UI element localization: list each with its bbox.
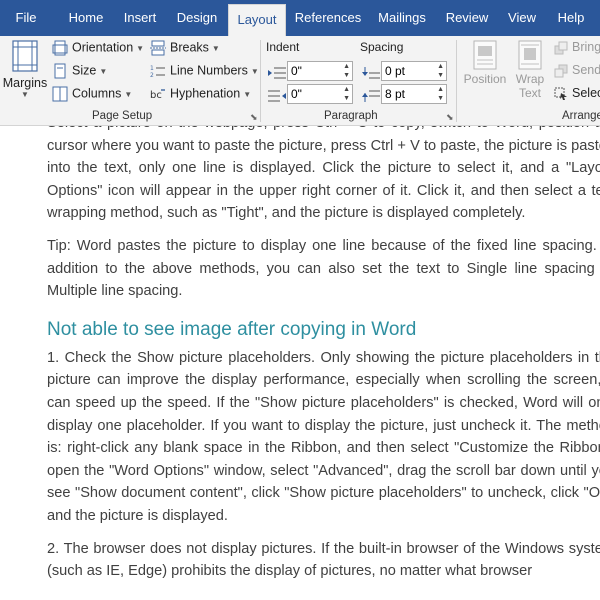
spinner-arrows-icon[interactable]: ▲ ▼ (437, 62, 444, 80)
page-setup-group-label: Page Setup (92, 110, 153, 122)
select-label: Selec (572, 86, 600, 100)
paragraph-group-label: Paragraph (324, 110, 378, 122)
send-backward-icon (554, 64, 568, 78)
body-paragraph: 2. The browser does not display pictures… (47, 540, 600, 580)
bring-forward-icon (554, 41, 568, 55)
wrap-text-label: Wrap Text (515, 72, 545, 100)
line-numbers-label: Line Numbers (170, 63, 248, 78)
breaks-label: Breaks (170, 40, 209, 55)
spacing-before-input[interactable]: 0 pt ▲ ▼ (381, 61, 447, 81)
group-divider (260, 40, 261, 122)
line-numbers-button[interactable]: 1 2 Line Numbers ▼ (150, 63, 259, 79)
hyphenation-button[interactable]: bc Hyphenation ▼ (150, 86, 251, 102)
breaks-icon (150, 40, 166, 56)
indent-left-icon (268, 67, 286, 79)
size-button[interactable]: Size ▼ (52, 63, 107, 79)
position-label: Position (463, 72, 507, 86)
spinner-arrows-icon[interactable]: ▲ ▼ (343, 85, 350, 103)
breaks-button[interactable]: Breaks ▼ (150, 40, 220, 56)
body-paragraph: Select a picture on the webpage, press C… (47, 126, 600, 222)
tab-references[interactable]: References (292, 0, 364, 36)
selection-pane-button[interactable]: Selec (554, 86, 600, 101)
spacing-after-icon (362, 90, 380, 102)
send-label: Send (572, 63, 600, 77)
margins-button[interactable]: Margins ▼ (2, 40, 48, 106)
chevron-down-icon: ▼ (250, 66, 259, 76)
chevron-down-icon: ▼ (243, 89, 252, 99)
indent-label: Indent (266, 40, 300, 54)
tab-layout[interactable]: Layout (228, 4, 286, 36)
spacing-after-input[interactable]: 8 pt ▲ ▼ (381, 84, 447, 104)
spinner-arrows-icon[interactable]: ▲ ▼ (343, 62, 350, 80)
spinner-arrows-icon[interactable]: ▲ ▼ (437, 85, 444, 103)
bring-forward-button[interactable]: Bring (554, 40, 600, 55)
columns-icon (52, 86, 68, 102)
orientation-button[interactable]: Orientation ▼ (52, 40, 144, 56)
document-area[interactable]: Select a picture on the webpage, press C… (0, 126, 600, 600)
spacing-before-value: 0 pt (385, 64, 406, 78)
tab-review[interactable]: Review (442, 0, 492, 36)
indent-right-input[interactable]: 0" ▲ ▼ (287, 84, 353, 104)
tab-insert[interactable]: Insert (116, 0, 164, 36)
position-icon (473, 40, 497, 70)
selection-pane-icon (554, 87, 567, 100)
columns-label: Columns (72, 86, 122, 101)
wrap-text-icon (518, 40, 542, 70)
chevron-down-icon: ▼ (211, 43, 220, 53)
ribbon-tab-bar: File Home Insert Design Layout Reference… (0, 0, 600, 36)
tab-help[interactable]: Help (552, 0, 590, 36)
bring-label: Bring (572, 40, 600, 54)
body-paragraph: Tip: Word pastes the picture to display … (47, 237, 600, 300)
position-button[interactable]: Position (460, 40, 510, 86)
columns-button[interactable]: Columns ▼ (52, 86, 132, 102)
spacing-after-value: 8 pt (385, 87, 406, 101)
size-label: Size (72, 63, 97, 78)
orientation-icon (52, 40, 68, 56)
chevron-down-icon: ▼ (21, 90, 29, 99)
svg-text:2: 2 (150, 72, 154, 79)
tab-home[interactable]: Home (60, 0, 112, 36)
chevron-down-icon: ▼ (136, 43, 145, 53)
hyphenation-label: Hyphenation (170, 86, 241, 101)
send-backward-button[interactable]: Send (554, 63, 600, 78)
arrange-group-label: Arrange (562, 110, 600, 122)
indent-left-input[interactable]: 0" ▲ ▼ (287, 61, 353, 81)
chevron-down-icon: ▼ (99, 66, 108, 76)
tab-file[interactable]: File (6, 0, 46, 36)
orientation-label: Orientation (72, 40, 134, 55)
chevron-down-icon: ▼ (124, 89, 133, 99)
indent-right-icon (268, 90, 286, 102)
hyphenation-icon: bc (150, 89, 165, 101)
document-page: Select a picture on the webpage, press C… (47, 126, 600, 593)
svg-text:1: 1 (150, 65, 154, 72)
indent-left-value: 0" (291, 64, 302, 78)
dialog-launcher-icon[interactable]: ⬊ (250, 112, 258, 123)
tab-mailings[interactable]: Mailings (372, 0, 432, 36)
section-heading: Not able to see image after copying in W… (47, 318, 417, 340)
wrap-text-button[interactable]: Wrap Text (510, 40, 550, 100)
body-paragraph: 1. Check the Show picture placeholders. … (47, 349, 600, 524)
ribbon-layout: Margins ▼ Orientation ▼ Size ▼ Columns ▼ Br… (0, 36, 600, 126)
spacing-before-icon (362, 67, 380, 79)
tab-view[interactable]: View (502, 0, 542, 36)
tab-design[interactable]: Design (170, 0, 224, 36)
indent-right-value: 0" (291, 87, 302, 101)
margins-label: Margins (2, 76, 48, 90)
dialog-launcher-icon[interactable]: ⬊ (446, 112, 454, 123)
margins-icon (12, 40, 38, 72)
line-numbers-icon: 12 (150, 65, 165, 79)
svg-text:bc: bc (150, 90, 162, 101)
size-icon (54, 63, 66, 79)
group-divider (456, 40, 457, 122)
spacing-label: Spacing (360, 40, 404, 54)
